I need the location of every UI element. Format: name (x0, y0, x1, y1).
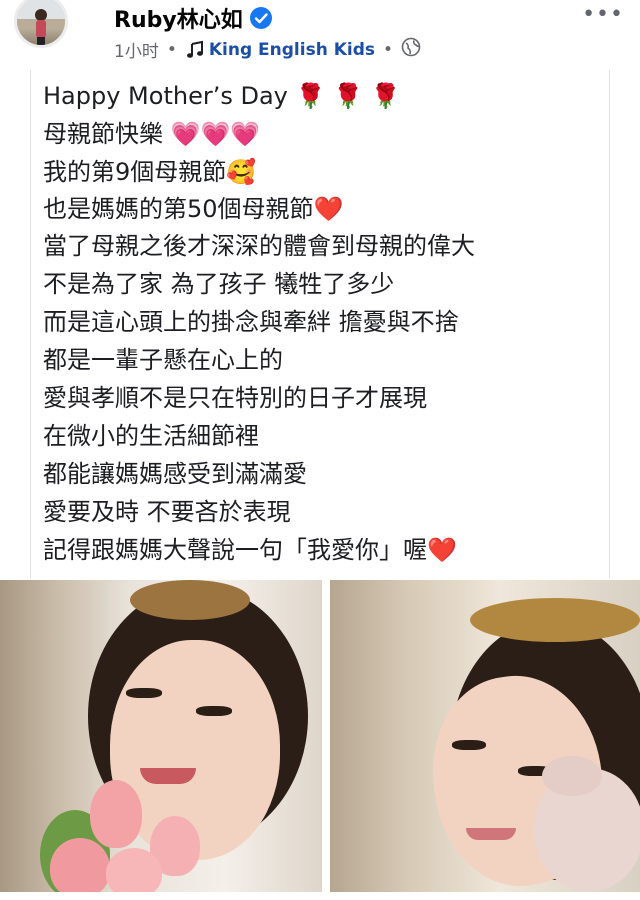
photo-plush-ear (542, 756, 602, 796)
verified-badge-icon (249, 6, 273, 30)
post-line: Happy Mother’s Day 🌹 🌹 🌹 (43, 82, 401, 110)
avatar-image (17, 0, 65, 45)
group-name: King English Kids (208, 39, 376, 60)
meta-separator: • (166, 39, 177, 60)
post-line: 愛要及時 不要吝於表現 (43, 498, 291, 526)
photo-headband (130, 580, 250, 620)
post-line: 母親節快樂 💗💗💗 (43, 120, 261, 148)
photo-tulip (50, 838, 110, 892)
photo-tulip (90, 780, 142, 848)
more-options-icon[interactable]: ••• (582, 2, 624, 27)
post-line: 而是這心頭上的掛念與牽絆 擔憂與不捨 (43, 308, 459, 336)
author-name-row: Ruby林心如 (114, 2, 273, 34)
group-link[interactable]: King English Kids (185, 40, 375, 60)
photo-smile (140, 768, 196, 784)
photo-right[interactable] (330, 580, 640, 892)
globe-icon (401, 37, 421, 62)
post-text: Happy Mother’s Day 🌹 🌹 🌹 母親節快樂 💗💗💗 我的第9個… (30, 70, 610, 578)
post-line: 當了母親之後才深深的體會到母親的偉大 (43, 232, 475, 260)
post-line: 記得跟媽媽大聲說一句「我愛你」喔❤️ (43, 536, 457, 564)
photo-left[interactable] (0, 580, 322, 892)
photo-eye (452, 740, 486, 750)
photo-eye (196, 706, 232, 716)
post-line: 也是媽媽的第50個母親節❤️ (43, 195, 344, 223)
photo-eye (126, 688, 162, 698)
post-line: 我的第9個母親節🥰 (43, 158, 257, 186)
avatar[interactable] (14, 0, 68, 48)
photo-tulip (106, 848, 162, 892)
meta-separator: • (383, 39, 394, 60)
photo-headband (470, 598, 640, 642)
music-note-icon (186, 40, 203, 58)
post-line: 都能讓媽媽感受到滿滿愛 (43, 460, 307, 488)
post-line: 在微小的生活細節裡 (43, 422, 259, 450)
post-time[interactable]: 1小时 (114, 37, 159, 62)
photo-smile (466, 828, 516, 840)
post-line: 都是一輩子懸在心上的 (43, 346, 283, 374)
post-header: Ruby林心如 ••• 1小时 • King English Kids • (0, 0, 640, 70)
author-name[interactable]: Ruby林心如 (114, 2, 243, 34)
post-line: 愛與孝順不是只在特別的日子才展現 (43, 384, 427, 412)
post-meta: 1小时 • King English Kids • (114, 37, 421, 62)
post-line: 不是為了家 為了孩子 犧牲了多少 (43, 270, 395, 298)
photo-grid (0, 580, 640, 900)
